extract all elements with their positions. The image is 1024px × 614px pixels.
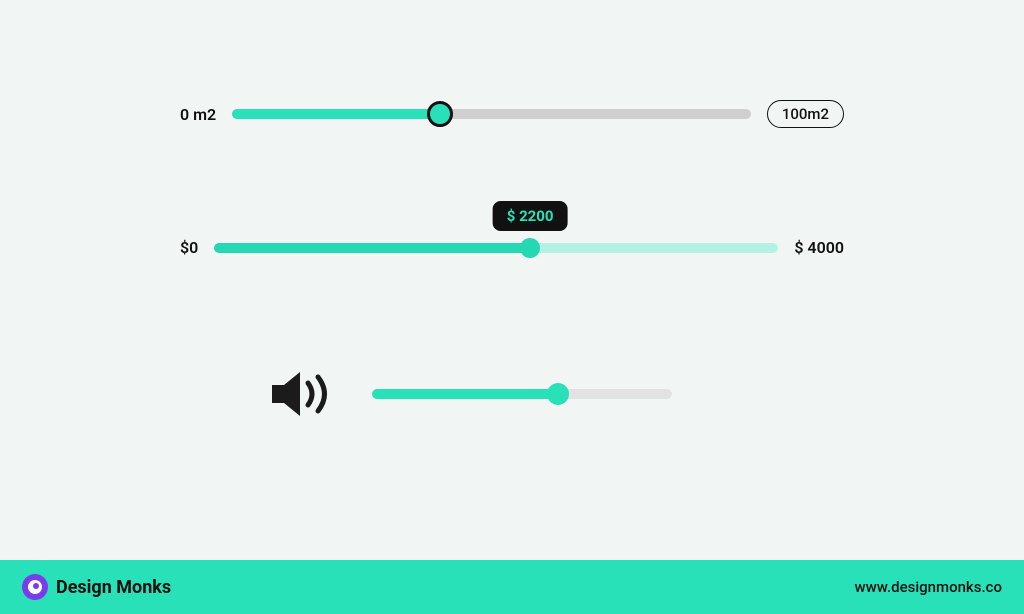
footer-bar: Design Monks www.designmonks.co — [0, 560, 1024, 614]
price-slider-handle[interactable] — [520, 238, 540, 258]
volume-slider-fill — [372, 389, 558, 399]
area-max-pill: 100m2 — [767, 100, 844, 128]
footer-brand-group: Design Monks — [22, 574, 171, 600]
price-max-label: $ 4000 — [794, 238, 844, 257]
area-slider-handle[interactable] — [427, 101, 453, 127]
price-slider-fill — [214, 243, 530, 253]
volume-slider-track[interactable] — [372, 389, 672, 399]
area-slider-track[interactable] — [232, 109, 751, 119]
volume-slider-handle[interactable] — [547, 383, 569, 405]
price-slider-track[interactable]: $ 2200 — [214, 243, 778, 253]
volume-slider-row — [180, 367, 844, 421]
brand-logo-icon — [22, 574, 48, 600]
brand-name: Design Monks — [56, 577, 171, 598]
area-slider-row: 0 m2 100m2 — [180, 100, 844, 128]
price-tooltip: $ 2200 — [493, 201, 568, 231]
footer-url[interactable]: www.designmonks.co — [854, 578, 1002, 596]
volume-icon — [270, 367, 340, 421]
area-slider-fill — [232, 109, 439, 119]
price-min-label: $0 — [180, 238, 198, 257]
price-slider-row: $0 $ 2200 $ 4000 — [180, 238, 844, 257]
area-min-label: 0 m2 — [180, 105, 216, 124]
